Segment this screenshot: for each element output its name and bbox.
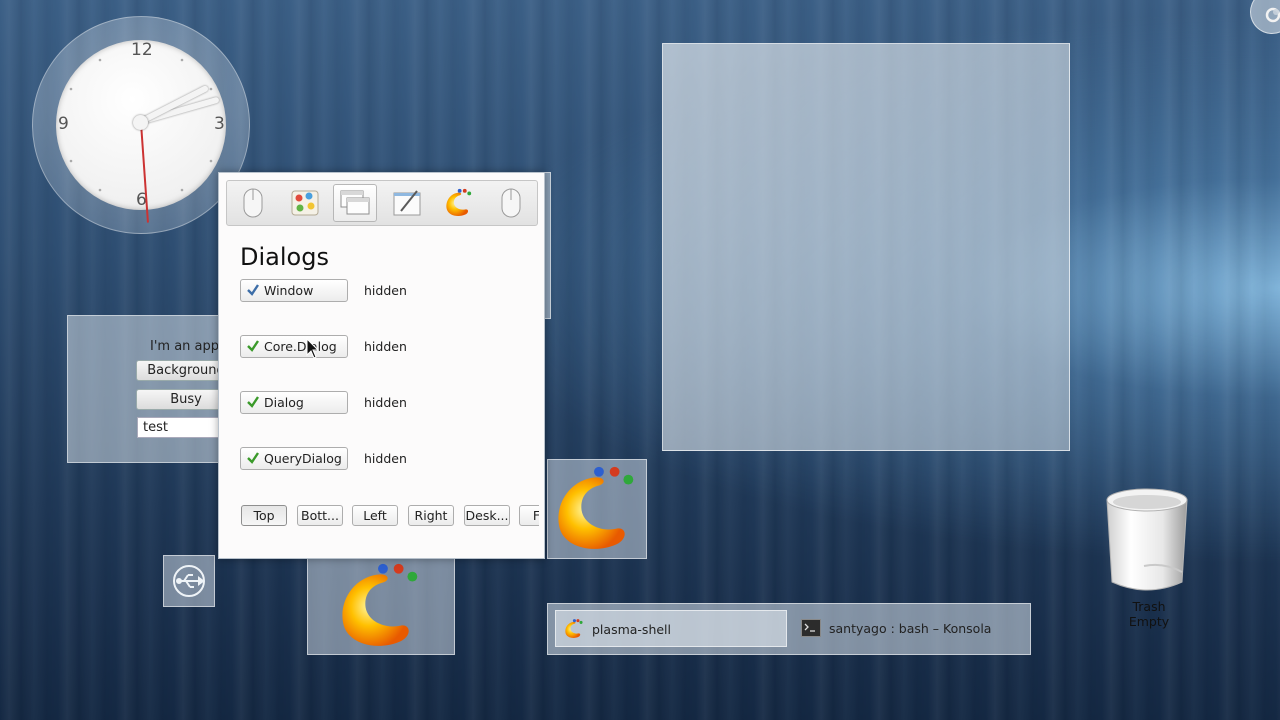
dialogs-popup: Dialogs Window hidden Core.Dialog hidden… (218, 172, 545, 559)
mouse-icon (501, 188, 521, 218)
tab-colors[interactable] (283, 184, 327, 222)
colors-icon (291, 190, 319, 216)
plasma-logo-icon (565, 619, 583, 638)
dialog-tab-bar (226, 180, 538, 226)
tab-mouse-2[interactable] (489, 184, 533, 222)
plasma-logo-icon (342, 563, 418, 646)
location-floating-button[interactable]: Flo (519, 505, 539, 526)
location-bottom-button[interactable]: Bott... (297, 505, 343, 526)
windows-icon (340, 190, 370, 215)
plasma-logo-icon (558, 466, 634, 549)
mouse-icon (243, 188, 263, 218)
dialog-status: hidden (364, 395, 407, 410)
core-dialog-toggle-button[interactable]: Core.Dialog (240, 335, 348, 358)
task-manager: plasma-shell santyago : bash – Konsola (547, 603, 1031, 655)
location-left-button[interactable]: Left (352, 505, 398, 526)
device-notifier-applet[interactable] (163, 555, 215, 607)
task-label: santyago : bash – Konsola (829, 621, 992, 636)
core-dialog-status: hidden (364, 339, 407, 354)
dialog-title: Dialogs (240, 243, 329, 271)
check-icon (247, 284, 259, 296)
location-top-button[interactable]: Top (241, 505, 287, 526)
location-button-row: Top Bott... Left Right Desk... Flo (241, 504, 539, 530)
tab-mouse[interactable] (231, 184, 275, 222)
check-icon (247, 396, 259, 408)
trash-label[interactable]: Trash Empty (1110, 599, 1188, 629)
translucent-applet-panel[interactable] (662, 43, 1070, 451)
trash-icon[interactable] (1104, 486, 1190, 596)
query-dialog-toggle-label: QueryDialog (264, 451, 342, 466)
location-right-button[interactable]: Right (408, 505, 454, 526)
test-applet: I'm an applet Background Busy test (67, 315, 237, 463)
mouse-cursor-icon (306, 338, 320, 359)
clock-center-cap (133, 115, 148, 130)
cashew-icon (1265, 7, 1280, 23)
trash-name: Trash (1132, 599, 1166, 614)
window-toggle-label: Window (264, 283, 314, 298)
tab-notepad[interactable] (385, 184, 429, 222)
desktop-toolbox-button[interactable] (1250, 0, 1280, 34)
window-status: hidden (364, 283, 407, 298)
query-dialog-status: hidden (364, 451, 407, 466)
tab-dialogs[interactable] (333, 184, 377, 222)
task-label: plasma-shell (592, 622, 671, 637)
location-desktop-button[interactable]: Desk... (464, 505, 510, 526)
plasma-logo-tile[interactable] (547, 459, 647, 559)
check-icon (247, 452, 259, 464)
trash-status: Empty (1128, 614, 1170, 629)
task-plasma-shell[interactable]: plasma-shell (555, 610, 787, 647)
plasma-logo-icon (446, 188, 472, 217)
plasma-logo-tile-2[interactable] (307, 555, 455, 655)
analog-clock-face[interactable]: 12 3 6 9 (56, 40, 226, 223)
tab-plasma[interactable] (437, 184, 481, 222)
terminal-icon (801, 619, 821, 637)
check-icon (247, 340, 259, 352)
dialog-toggle-button[interactable]: Dialog (240, 391, 348, 414)
window-toggle-button[interactable]: Window (240, 279, 348, 302)
core-dialog-toggle-label: Core.Dialog (264, 339, 337, 354)
dialog-toggle-label: Dialog (264, 395, 304, 410)
usb-icon (173, 565, 205, 597)
notepad-icon (393, 190, 421, 216)
task-konsole[interactable]: santyago : bash – Konsola (793, 610, 1025, 647)
query-dialog-toggle-button[interactable]: QueryDialog (240, 447, 348, 470)
